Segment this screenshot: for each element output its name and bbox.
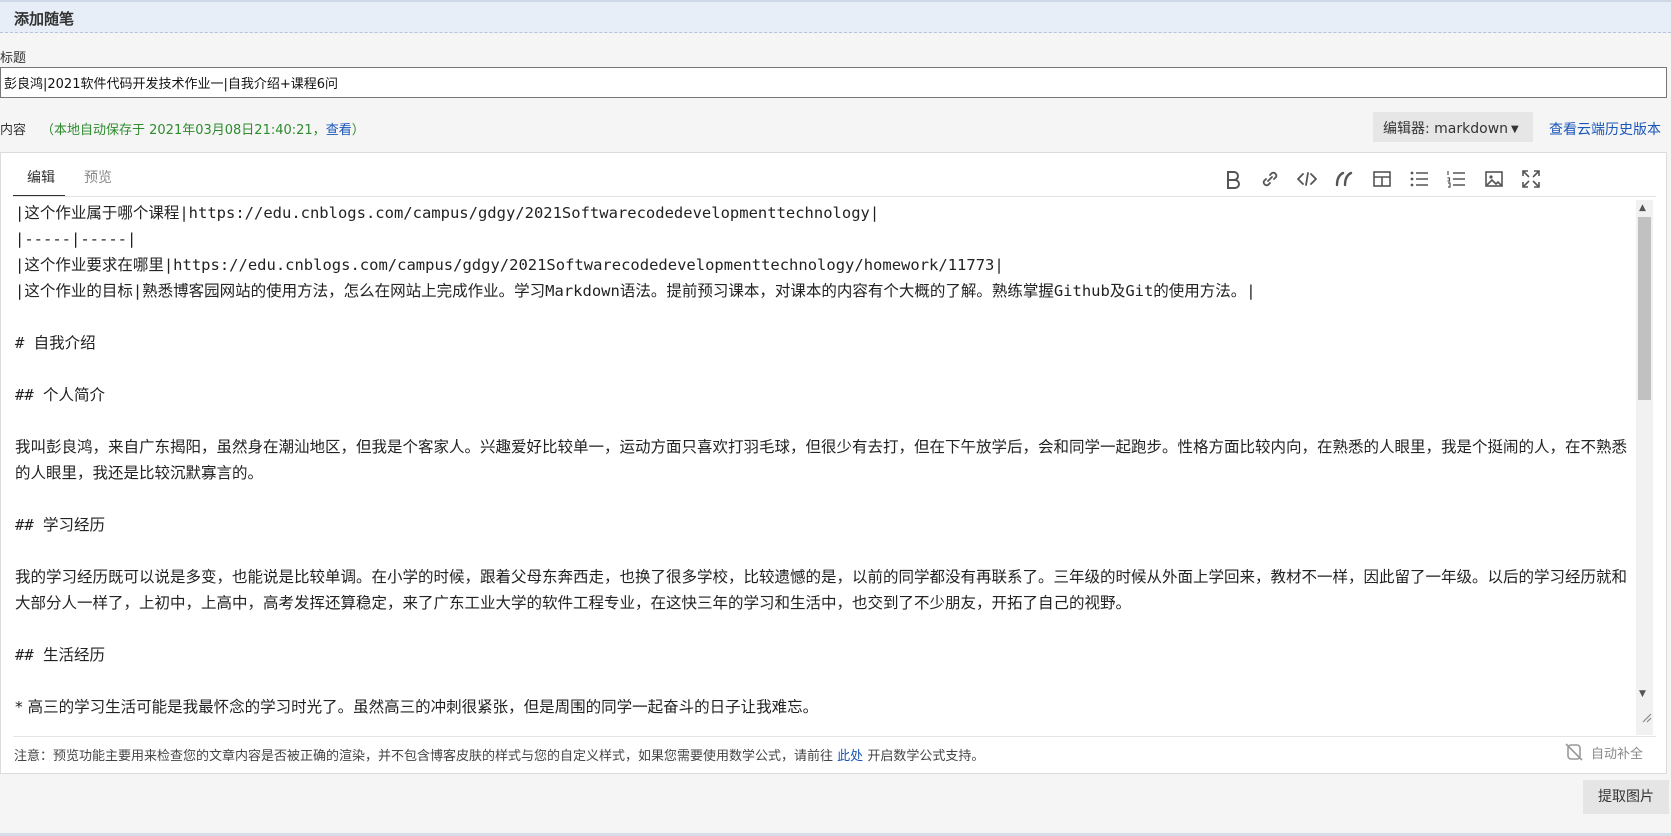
note-text: 注意：预览功能主要用来检查您的文章内容是否被正确的渲染，并不包含博客皮肤的样式与… (14, 749, 834, 764)
tab-preview[interactable]: 预览 (84, 167, 112, 187)
bullet-list-icon[interactable] (1407, 167, 1431, 191)
editor-type-dropdown[interactable]: 编辑器: markdown ▼ (1373, 112, 1533, 142)
autosave-status: （本地自动保存于 2021年03月08日21:40:21，查看） (41, 119, 365, 138)
editor-line: |-----|-----| (15, 230, 137, 248)
editor-line: |这个作业属于哪个课程|https://edu.cnblogs.com/camp… (15, 204, 880, 222)
editor-line: ## 学习经历 (15, 516, 105, 534)
note-suffix: 开启数学公式支持。 (867, 749, 985, 764)
tab-edit[interactable]: 编辑 (27, 167, 55, 187)
editor-line: * 高三的学习生活可能是我最怀念的学习时光了。虽然高三的冲刺很紧张，但是周围的同… (15, 698, 819, 716)
extract-images-button[interactable]: 提取图片 (1583, 780, 1669, 814)
table-icon[interactable] (1370, 167, 1394, 191)
code-icon[interactable] (1295, 167, 1319, 191)
editor-line: ## 生活经历 (15, 646, 105, 664)
cloud-history-link[interactable]: 查看云端历史版本 (1549, 119, 1661, 139)
toolbar-divider (13, 196, 1656, 197)
scroll-down-arrow-icon[interactable]: ▼ (1639, 689, 1646, 699)
content-label: 内容 (0, 123, 27, 138)
caret-down-icon: ▼ (1511, 124, 1519, 135)
markdown-textarea[interactable]: |这个作业属于哪个课程|https://edu.cnblogs.com/camp… (15, 200, 1635, 735)
autosave-text: （本地自动保存于 2021年03月08日21:40:21， (41, 123, 326, 138)
editor-line: # 自我介绍 (15, 334, 96, 352)
markdown-editor: 编辑 预览 |这个作业属于哪个课程|https://edu.cnblogs.co… (0, 152, 1667, 774)
note-divider (13, 736, 1656, 737)
preview-note: 注意：预览功能主要用来检查您的文章内容是否被正确的渲染，并不包含博客皮肤的样式与… (14, 745, 984, 764)
editor-line: ## 个人简介 (15, 386, 105, 404)
editor-type-label: 编辑器: markdown (1383, 121, 1509, 137)
fullscreen-icon[interactable] (1519, 167, 1543, 191)
editor-line: |这个作业的目标|熟悉博客园网站的使用方法，怎么在网站上完成作业。学习Markd… (15, 282, 1256, 300)
scroll-thumb[interactable] (1638, 217, 1651, 400)
title-input[interactable] (0, 67, 1667, 98)
link-icon[interactable] (1258, 167, 1282, 191)
page-title: 添加随笔 (14, 10, 75, 28)
autosave-view-link[interactable]: 查看 (326, 123, 352, 138)
title-label: 标题 (0, 51, 27, 66)
autosave-suffix: ） (351, 123, 365, 138)
autocomplete-off-icon (1565, 743, 1583, 761)
resize-grip-icon[interactable] (1638, 709, 1652, 723)
bold-icon[interactable] (1221, 167, 1245, 191)
editor-line: 我的学习经历既可以说是多变，也能说是比较单调。在小学的时候，跟着父母东奔西走，也… (15, 568, 1628, 612)
autocomplete-toggle[interactable]: 自动补全 (1563, 739, 1663, 763)
quote-icon[interactable] (1332, 167, 1356, 191)
editor-line: |这个作业要求在哪里|https://edu.cnblogs.com/campu… (15, 256, 1004, 274)
editor-line: 我叫彭良鸿，来自广东揭阳，虽然身在潮汕地区，但我是个客家人。兴趣爱好比较单一，运… (15, 438, 1628, 482)
page-header: 添加随笔 (0, 0, 1671, 33)
numbered-list-icon[interactable] (1444, 167, 1468, 191)
image-icon[interactable] (1482, 167, 1506, 191)
autocomplete-label: 自动补全 (1591, 747, 1644, 762)
math-support-link[interactable]: 此处 (837, 749, 863, 764)
scroll-up-arrow-icon[interactable]: ▲ (1639, 203, 1646, 213)
